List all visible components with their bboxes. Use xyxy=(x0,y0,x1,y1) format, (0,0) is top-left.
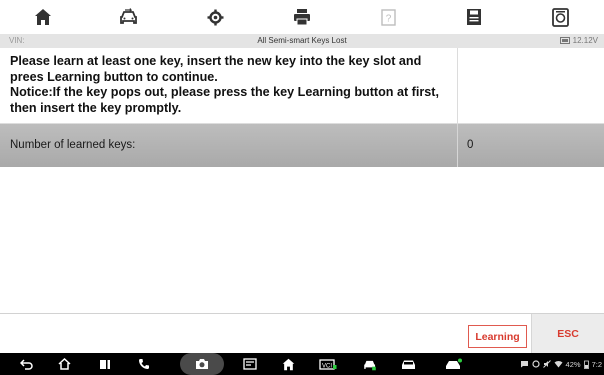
printer-icon xyxy=(293,9,310,26)
learned-keys-row: Number of learned keys: 0 xyxy=(0,124,604,167)
house-outline-icon xyxy=(57,358,71,370)
back-button[interactable] xyxy=(14,353,38,375)
datalog-button[interactable] xyxy=(518,0,604,34)
vci-connected-icon: VCI xyxy=(319,358,337,370)
android-home-button[interactable] xyxy=(52,353,76,375)
phone-button[interactable] xyxy=(132,353,156,375)
instruction-text: Please learn at least one key, insert th… xyxy=(10,54,439,115)
battery-icon xyxy=(583,360,589,369)
column-divider xyxy=(457,48,458,124)
screen: ? VIN: All Semi-smart Keys Lost 12.12V P… xyxy=(0,0,604,375)
recent-apps-icon xyxy=(100,359,110,369)
mute-icon xyxy=(542,360,551,368)
vehicle-swap-button[interactable] xyxy=(86,0,172,34)
vci-toggle-button[interactable] xyxy=(238,353,262,375)
battery-voltage: 12.12V xyxy=(559,36,598,45)
voltage-value: 12.12V xyxy=(572,36,598,45)
top-toolbar: ? xyxy=(0,0,604,34)
svg-text:VCI: VCI xyxy=(322,363,332,369)
phone-icon xyxy=(138,359,149,370)
title-bar: VIN: All Semi-smart Keys Lost 12.12V xyxy=(0,34,604,48)
car-icon xyxy=(401,360,415,369)
esc-button[interactable]: ESC xyxy=(532,314,604,354)
save-button[interactable] xyxy=(431,0,517,34)
camera-icon xyxy=(196,359,208,369)
vci-icon xyxy=(243,358,257,370)
home-icon xyxy=(282,358,294,370)
save-icon xyxy=(467,9,482,25)
car-swap-icon xyxy=(120,8,138,24)
datalog-icon xyxy=(552,7,570,27)
help-button[interactable]: ? xyxy=(345,0,431,34)
settings-button[interactable] xyxy=(173,0,259,34)
print-button[interactable] xyxy=(259,0,345,34)
back-icon xyxy=(19,358,33,370)
recent-apps-button[interactable] xyxy=(93,353,117,375)
vci-status-button[interactable]: VCI xyxy=(314,353,342,375)
vehicle-menu-button[interactable] xyxy=(356,353,384,375)
function-bar: Learning ESC xyxy=(0,313,604,354)
help-icon: ? xyxy=(380,8,396,26)
remote-support-icon xyxy=(446,358,462,369)
battery-icon xyxy=(559,37,570,44)
screenshot-button[interactable] xyxy=(180,353,224,375)
content-area xyxy=(0,167,604,313)
home-button[interactable] xyxy=(0,0,86,34)
remote-support-button[interactable] xyxy=(440,353,468,375)
system-nav-bar: VCI 42% 7:2 xyxy=(0,353,604,375)
wifi-icon xyxy=(554,360,563,368)
diag-home-button[interactable] xyxy=(276,353,300,375)
home-icon xyxy=(35,9,52,25)
clock: 7:2 xyxy=(591,359,602,369)
column-divider xyxy=(457,124,458,167)
car-button[interactable] xyxy=(396,353,420,375)
battery-percent: 42% xyxy=(565,359,581,369)
app-indicator-icon xyxy=(531,360,540,368)
gear-icon xyxy=(207,9,224,25)
page-title: All Semi-smart Keys Lost xyxy=(257,36,347,45)
message-icon xyxy=(520,361,528,368)
learning-button[interactable]: Learning xyxy=(468,325,527,348)
svg-text:?: ? xyxy=(385,13,391,24)
learned-keys-label: Number of learned keys: xyxy=(10,139,136,151)
system-status-area: 42% 7:2 xyxy=(520,353,602,375)
car-swap-icon xyxy=(364,360,376,370)
learned-keys-value: 0 xyxy=(467,139,474,151)
instruction-panel: Please learn at least one key, insert th… xyxy=(0,48,604,124)
